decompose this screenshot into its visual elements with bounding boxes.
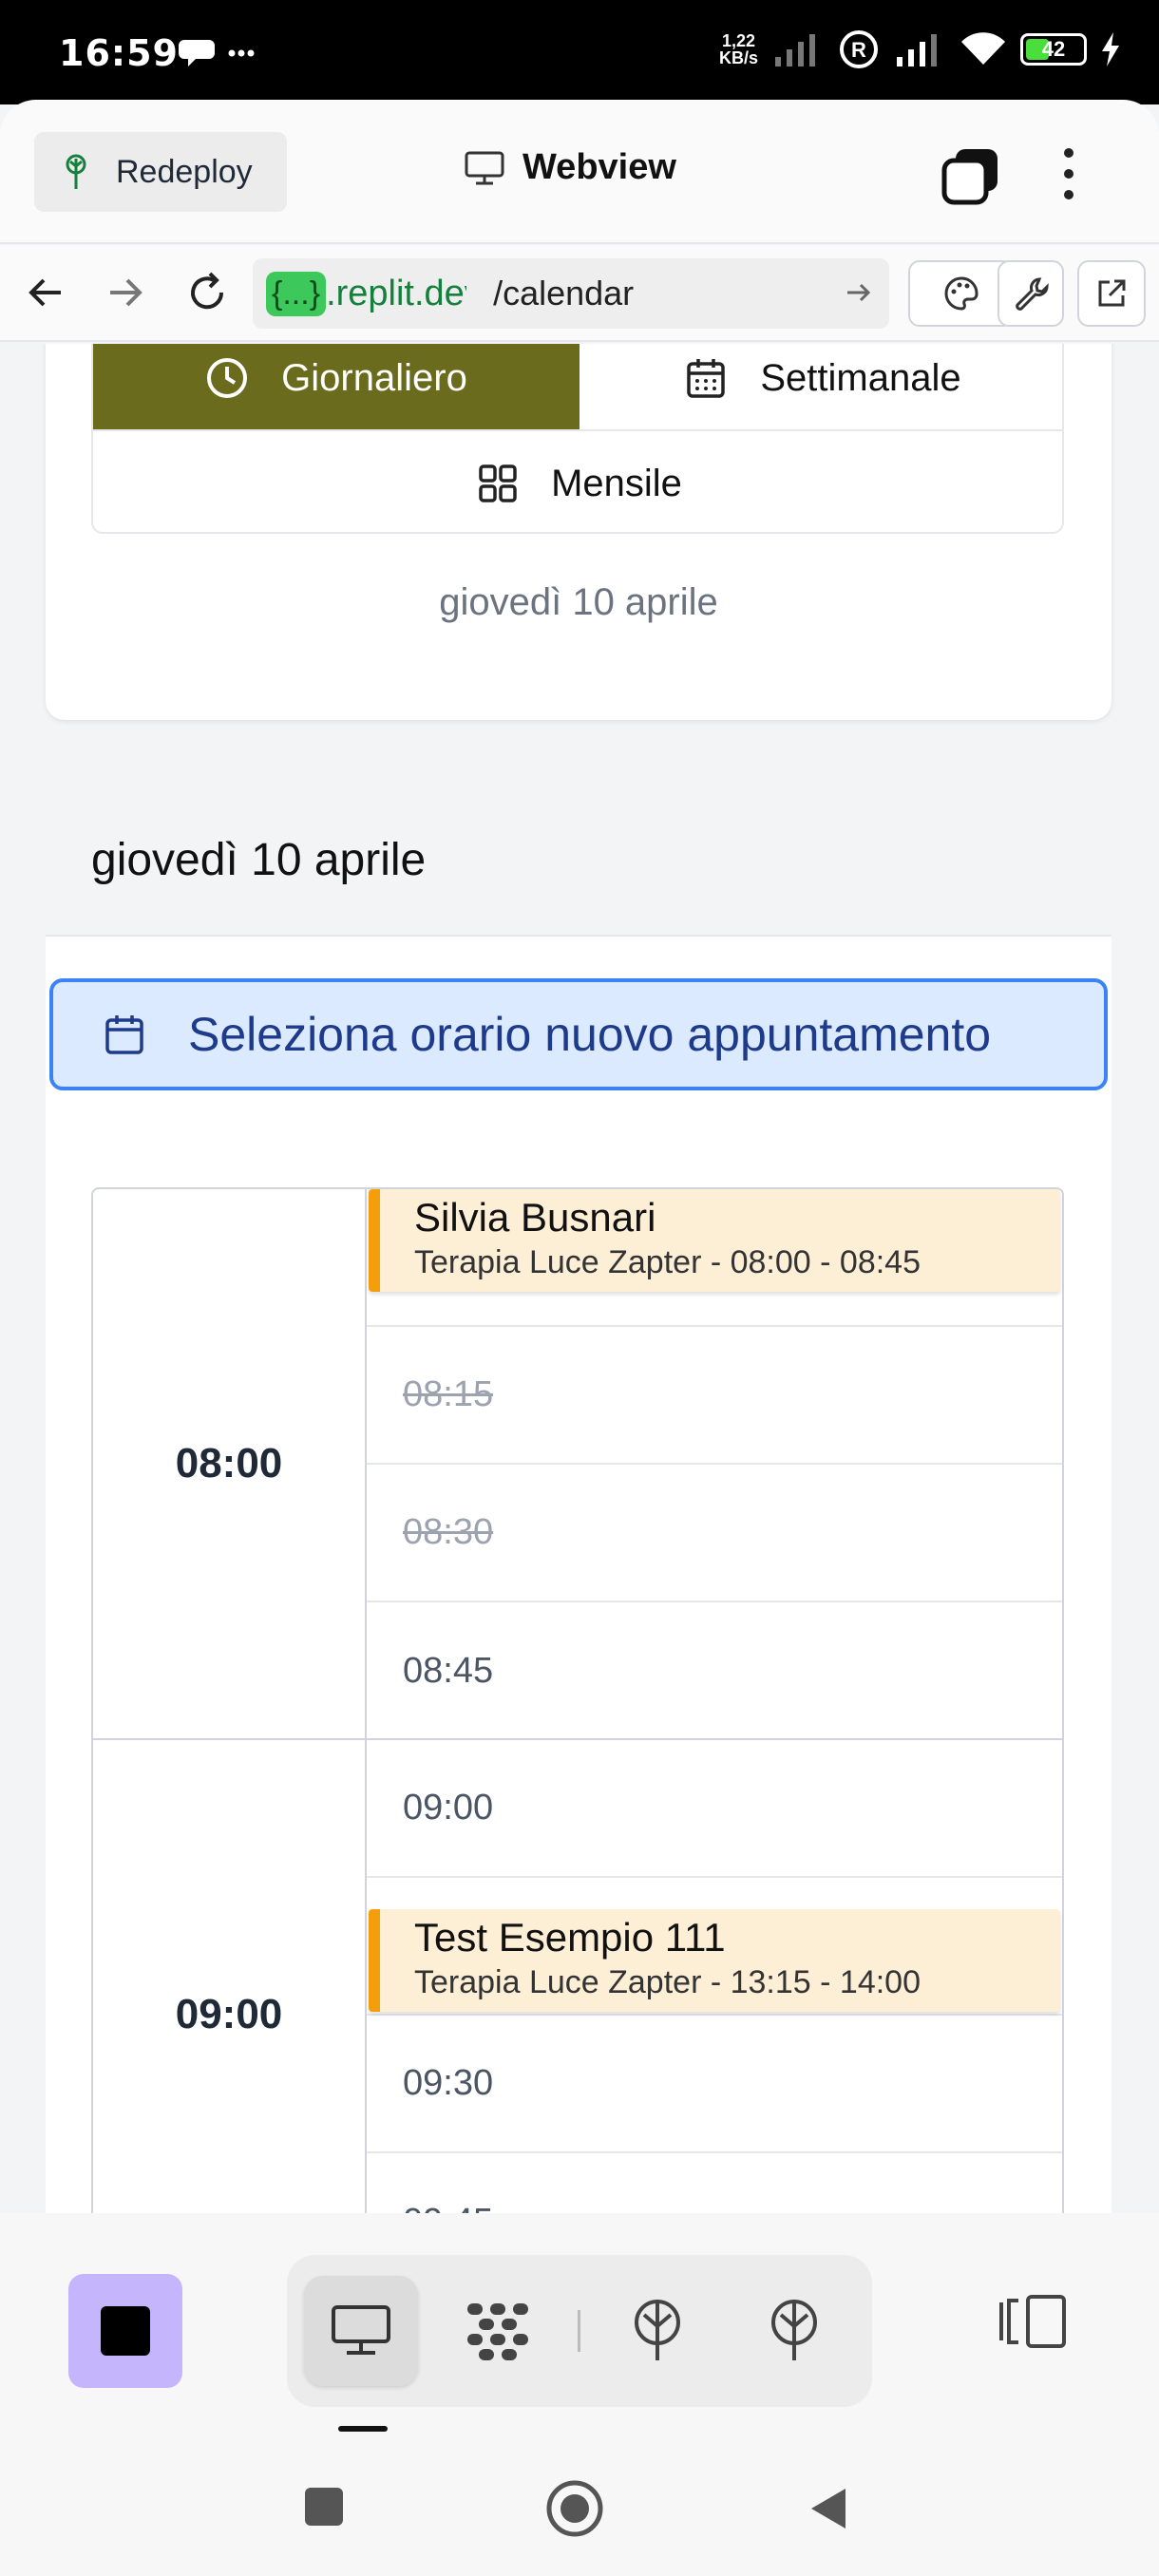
calendar-week-icon (687, 359, 726, 398)
redeploy-label: Redeploy (116, 153, 253, 190)
reload-button[interactable] (180, 266, 234, 319)
arrow-right-icon (110, 278, 142, 307)
workspace-tab[interactable] (441, 2276, 555, 2386)
webview-title: Webview (464, 147, 676, 188)
url-bar-row: {...} .replit.dev /calendar (0, 245, 1159, 342)
forward-button[interactable] (99, 266, 152, 319)
external-link-icon (1098, 279, 1126, 307)
monitor-icon (332, 2305, 390, 2355)
status-right-icons: 1,22 KB/s R 42 (719, 28, 1121, 70)
url-input[interactable]: {...} .replit.dev /calendar (253, 258, 889, 329)
go-arrow-icon[interactable] (842, 275, 876, 310)
more-options-button[interactable] (1054, 143, 1083, 209)
open-external-button[interactable] (1077, 260, 1146, 327)
url-badge: {...} (266, 271, 327, 316)
monthly-view-button[interactable]: Mensile (93, 429, 1062, 532)
svg-text:R: R (851, 38, 866, 62)
wifi-icon (961, 32, 1005, 65)
tabs-button[interactable] (940, 145, 1001, 211)
hour-block-08: 08:00 08:00 08:15 08:30 08:45 Silvia Bus… (93, 1189, 1062, 1740)
select-button-label: Seleziona orario nuovo appuntamento (188, 1008, 992, 1061)
app-top-bar: Redeploy Webview (0, 100, 1159, 244)
view-toggle: Giornaliero Settimanale Mensile (91, 344, 1064, 534)
status-time: 16:59 (59, 32, 179, 74)
roaming-icon: R (840, 30, 878, 68)
webview-content: Giornaliero Settimanale Mensile giovedì … (0, 344, 1159, 2213)
calendar-icon (105, 1015, 143, 1054)
back-nav-button[interactable] (808, 2485, 849, 2537)
redeploy-button[interactable]: Redeploy (34, 132, 287, 212)
wrench-icon (1016, 277, 1049, 311)
schedule-grid: 08:00 08:00 08:15 08:30 08:45 Silvia Bus… (91, 1187, 1064, 2213)
chat-bubble-icon (179, 40, 255, 66)
devtools-button[interactable] (998, 260, 1064, 327)
grid-icon (479, 464, 517, 502)
deploy-tab-1[interactable] (600, 2276, 714, 2386)
daily-view-button[interactable]: Giornaliero (93, 344, 580, 429)
appointment-name: Test Esempio 111 (414, 1915, 726, 1960)
back-triangle-icon (811, 2489, 846, 2529)
time-slot: 08:30 (367, 1465, 1062, 1602)
day-schedule-card: giovedì 10 aprile Seleziona orario nuovo… (46, 788, 1112, 2213)
url-path: /calendar (493, 274, 635, 313)
view-selector-card: Giornaliero Settimanale Mensile giovedì … (46, 344, 1112, 720)
deploy-tree-icon (635, 2300, 680, 2360)
time-slot[interactable]: 09:45 (367, 2153, 1062, 2213)
panel-toggle-icon (999, 2295, 1066, 2348)
battery-indicator: 42 (1020, 33, 1087, 66)
deploy-tree-icon (771, 2300, 817, 2360)
day-header: giovedì 10 aprile (46, 788, 1112, 937)
hour-label: 08:00 (93, 1189, 367, 1738)
kebab-menu-icon (1064, 148, 1074, 199)
status-bar: 16:59 1,22 KB/s R 42 (0, 0, 1159, 104)
day-title: giovedì 10 aprile (91, 835, 427, 885)
hour-label: 09:00 (93, 1740, 367, 2213)
home-circle-icon (546, 2480, 603, 2537)
charging-icon (1102, 32, 1119, 66)
monitor-icon (465, 151, 504, 184)
signal-icon-1 (775, 34, 815, 66)
stop-icon (101, 2306, 150, 2356)
active-tab-indicator (338, 2426, 388, 2432)
deploy-tree-icon (66, 154, 86, 189)
time-slot: 08:15 (367, 1327, 1062, 1465)
panel-toggle-button[interactable] (998, 2291, 1070, 2357)
appointment-card[interactable]: Silvia Busnari Terapia Luce Zapter - 08:… (369, 1189, 1060, 1292)
selected-date-text: giovedì 10 aprile (439, 581, 718, 623)
tabs-icon (941, 149, 998, 205)
hour-block-09: 09:00 09:00 09:15 09:30 09:45 Test Esemp… (93, 1740, 1062, 2213)
deploy-tab-2[interactable] (737, 2276, 851, 2386)
home-button[interactable] (545, 2479, 604, 2543)
appointment-detail: Terapia Luce Zapter - 13:15 - 14:00 (414, 1964, 921, 2000)
view-switcher (287, 2255, 872, 2407)
weekly-view-button[interactable]: Settimanale (580, 344, 1062, 429)
signal-icon-2 (897, 34, 937, 66)
divider (578, 2310, 580, 2352)
clock-icon (207, 358, 248, 398)
time-slot[interactable]: 09:30 (367, 2016, 1062, 2153)
webview-tab[interactable] (304, 2276, 418, 2386)
select-new-appointment-button[interactable]: Seleziona orario nuovo appuntamento (49, 978, 1108, 1090)
status-left-icons (179, 34, 255, 77)
appointment-card[interactable]: Test Esempio 111 Terapia Luce Zapter - 1… (369, 1909, 1060, 2012)
stop-button[interactable] (68, 2274, 182, 2388)
network-speed: 1,22 KB/s (718, 31, 758, 67)
time-slot[interactable]: 09:00 (367, 1740, 1062, 1878)
back-button[interactable] (19, 266, 72, 319)
replit-pattern-icon (467, 2303, 528, 2360)
palette-icon (944, 276, 978, 311)
recents-button[interactable] (302, 2485, 346, 2533)
arrow-left-icon (28, 278, 61, 307)
bottom-toolbar (0, 2213, 1159, 2576)
time-slot[interactable]: 08:45 (367, 1602, 1062, 1740)
square-icon (305, 2488, 343, 2526)
url-domain: .replit.dev (326, 273, 466, 313)
reload-icon (191, 272, 224, 310)
appointment-name: Silvia Busnari (414, 1195, 656, 1240)
appointment-detail: Terapia Luce Zapter - 08:00 - 08:45 (414, 1244, 921, 1280)
